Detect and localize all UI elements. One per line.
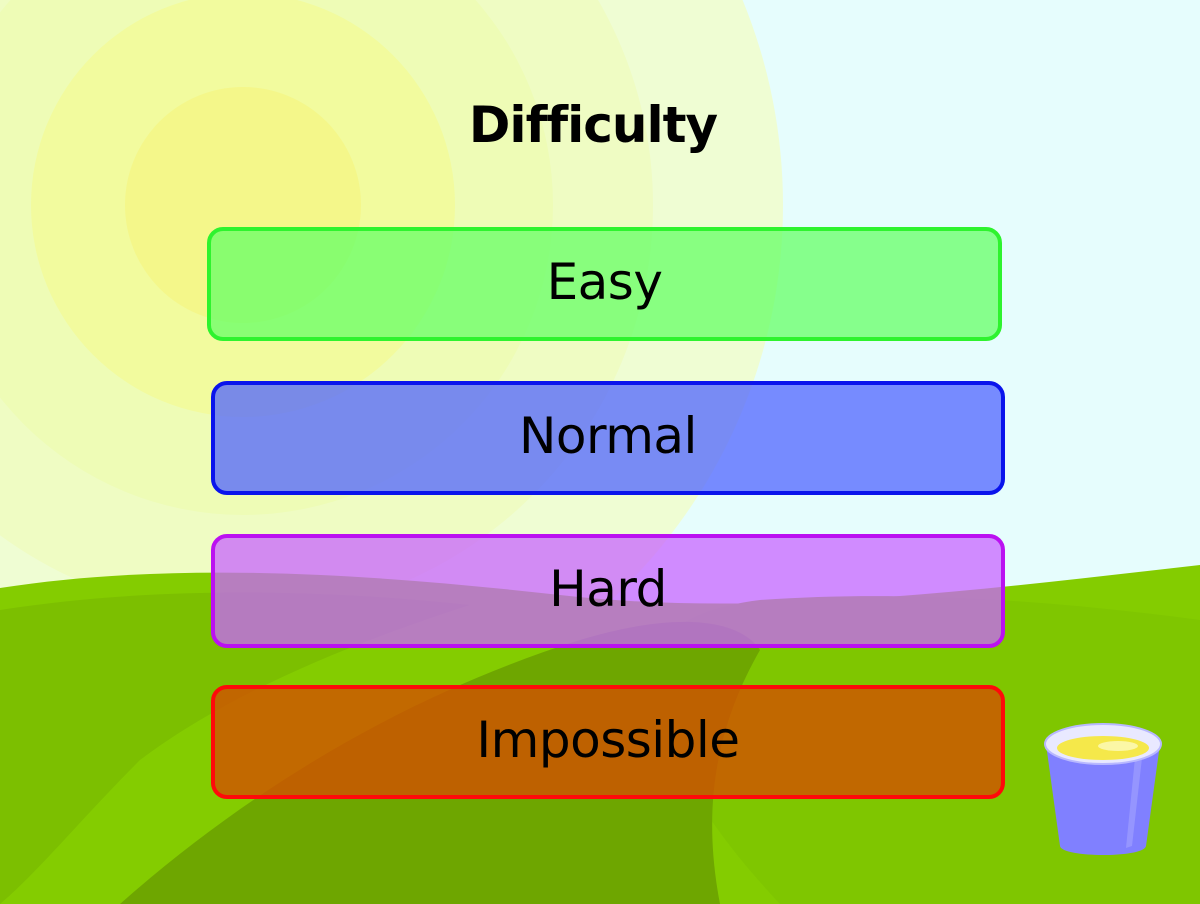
easy-button-label: Easy [546, 253, 663, 311]
impossible-button[interactable]: Impossible [211, 685, 1005, 799]
hard-button-label: Hard [549, 560, 667, 618]
normal-button[interactable]: Normal [211, 381, 1005, 495]
normal-button-label: Normal [519, 407, 697, 465]
hard-button[interactable]: Hard [211, 534, 1005, 648]
impossible-button-label: Impossible [476, 711, 740, 769]
page-title: Difficulty [468, 96, 718, 154]
easy-button[interactable]: Easy [207, 227, 1002, 341]
cup-icon[interactable] [1040, 718, 1166, 864]
